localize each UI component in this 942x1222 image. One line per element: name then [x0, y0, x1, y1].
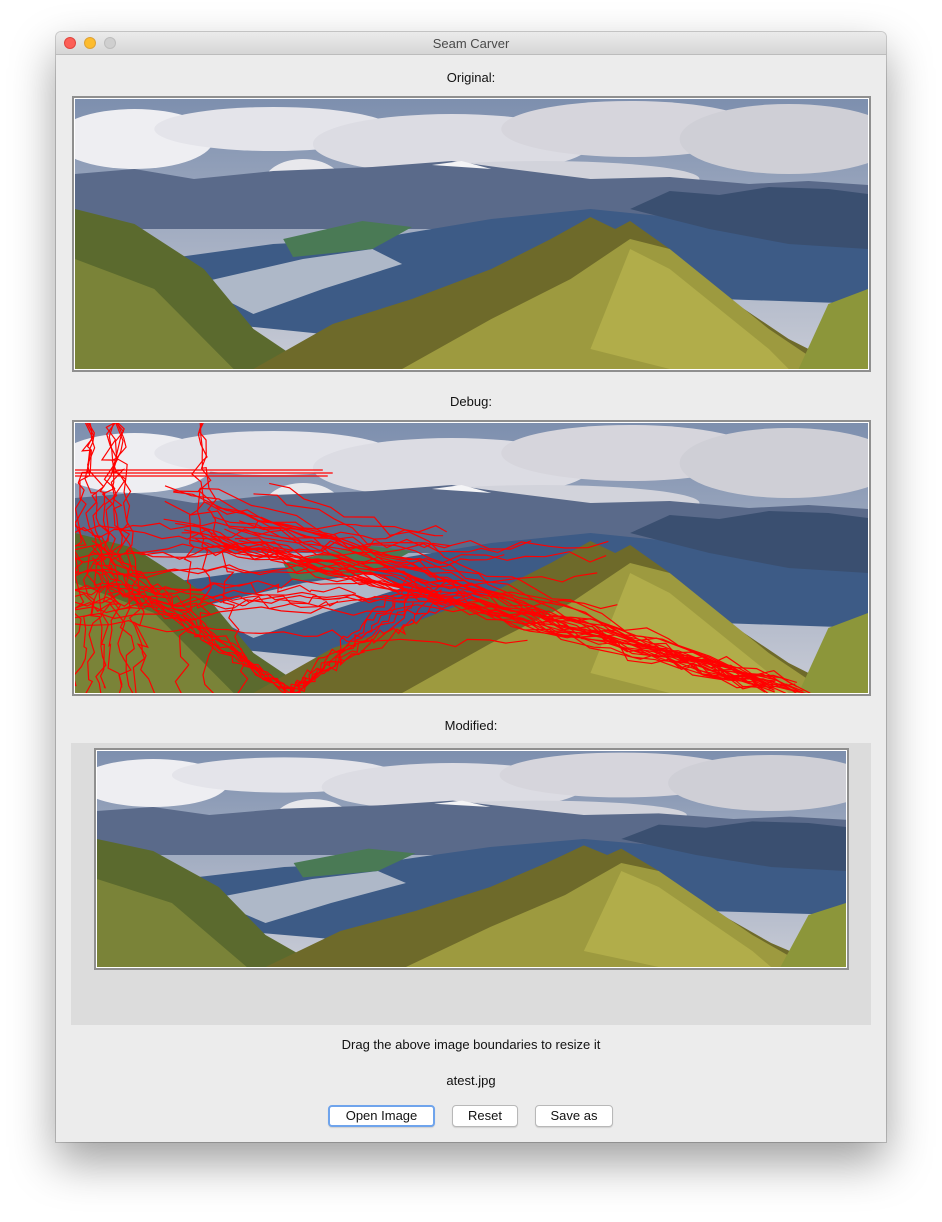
title-bar[interactable]: Seam Carver	[56, 32, 886, 55]
filename-label: atest.jpg	[446, 1073, 496, 1088]
debug-image-picture	[75, 423, 868, 693]
reset-button[interactable]: Reset	[452, 1105, 518, 1127]
debug-label: Debug:	[450, 394, 492, 409]
save-as-button[interactable]: Save as	[535, 1105, 613, 1127]
original-image	[72, 96, 871, 372]
modified-image-picture	[97, 751, 846, 967]
app-window: Seam Carver Original: Debug: Modified: D…	[56, 32, 886, 1142]
modified-image[interactable]	[94, 748, 849, 970]
modified-label: Modified:	[444, 718, 498, 733]
original-label: Original:	[446, 70, 496, 85]
resize-hint: Drag the above image boundaries to resiz…	[341, 1037, 601, 1052]
original-image-picture	[75, 99, 868, 369]
window-title: Seam Carver	[432, 36, 510, 51]
debug-image	[72, 420, 871, 696]
open-image-button[interactable]: Open Image	[328, 1105, 435, 1127]
modified-canvas-area	[71, 743, 871, 1025]
